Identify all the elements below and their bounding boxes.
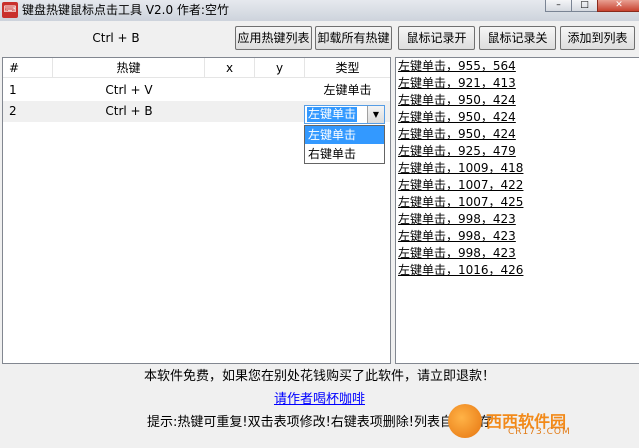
list-item[interactable]: 左键单击，1009，418 xyxy=(398,160,523,177)
record-stop-button[interactable]: 鼠标记录关 xyxy=(479,26,556,50)
column-header-index[interactable]: # xyxy=(3,58,53,78)
watermark-url: CR173.COM xyxy=(508,427,571,437)
record-start-button[interactable]: 鼠标记录开 xyxy=(398,26,475,50)
row-hotkey: Ctrl + V xyxy=(105,83,153,97)
unload-hotkeys-button[interactable]: 卸载所有热键 xyxy=(315,26,392,50)
hotkey-table[interactable]: # 热键 x y 类型 1 Ctrl + V 左键单击 2 Ctrl + B 左… xyxy=(2,57,391,364)
list-item[interactable]: 左键单击，998，423 xyxy=(398,211,516,228)
chevron-down-icon[interactable]: ▼ xyxy=(367,106,384,123)
row-hotkey: Ctrl + B xyxy=(105,104,153,118)
add-to-list-button[interactable]: 添加到列表 xyxy=(560,26,635,50)
mouse-record-list[interactable]: 左键单击，955，564 左键单击，921，413 左键单击，950，424 左… xyxy=(395,57,639,364)
list-item[interactable]: 左键单击，925，479 xyxy=(398,143,516,160)
list-item[interactable]: 左键单击，950，424 xyxy=(398,126,516,143)
list-item[interactable]: 左键单击，950，424 xyxy=(398,92,516,109)
type-dropdown-list[interactable]: 左键单击 右键单击 xyxy=(304,125,385,164)
column-header-type[interactable]: 类型 xyxy=(305,58,390,78)
column-header-hotkey[interactable]: 热键 xyxy=(53,58,205,78)
dropdown-option-left-click[interactable]: 左键单击 xyxy=(305,126,384,144)
type-select-value: 左键单击 xyxy=(307,107,358,122)
maximize-button[interactable]: □ xyxy=(571,0,598,12)
list-item[interactable]: 左键单击，921，413 xyxy=(398,75,516,92)
key-mouse-icon: ⌨ xyxy=(2,2,18,18)
table-row[interactable]: 1 Ctrl + V 左键单击 xyxy=(3,80,390,101)
title-bar: ⌨ 键盘热键鼠标点击工具 V2.0 作者:空竹 – □ ✕ xyxy=(0,0,639,21)
list-item[interactable]: 左键单击，1007，422 xyxy=(398,177,523,194)
close-button[interactable]: ✕ xyxy=(597,0,639,12)
column-header-x[interactable]: x xyxy=(205,58,255,78)
watermark-logo-icon xyxy=(448,404,482,438)
list-item[interactable]: 左键单击，998，423 xyxy=(398,228,516,245)
row-index: 1 xyxy=(9,83,17,97)
list-item[interactable]: 左键单击，955，564 xyxy=(398,58,516,75)
row-index: 2 xyxy=(9,104,17,118)
buy-coffee-link[interactable]: 请作者喝杯咖啡 xyxy=(274,392,365,407)
row-type: 左键单击 xyxy=(323,83,372,97)
column-header-y[interactable]: y xyxy=(255,58,305,78)
list-item[interactable]: 左键单击，1016，426 xyxy=(398,262,523,279)
site-watermark: 西西软件园 CR173.COM xyxy=(448,404,618,438)
list-item[interactable]: 左键单击，950，424 xyxy=(398,109,516,126)
current-hotkey-display[interactable]: Ctrl + B xyxy=(0,28,232,48)
dropdown-option-right-click[interactable]: 右键单击 xyxy=(305,145,384,163)
list-item[interactable]: 左键单击，1007，425 xyxy=(398,194,523,211)
type-select[interactable]: 左键单击 ▼ xyxy=(304,105,385,124)
window-title: 键盘热键鼠标点击工具 V2.0 作者:空竹 xyxy=(22,3,229,17)
free-notice: 本软件免费，如果您在别处花钱购买了此软件，请立即退款！ xyxy=(143,369,495,384)
list-item[interactable]: 左键单击，998，423 xyxy=(398,245,516,262)
minimize-button[interactable]: – xyxy=(545,0,572,12)
apply-hotkeys-button[interactable]: 应用热键列表 xyxy=(235,26,312,50)
